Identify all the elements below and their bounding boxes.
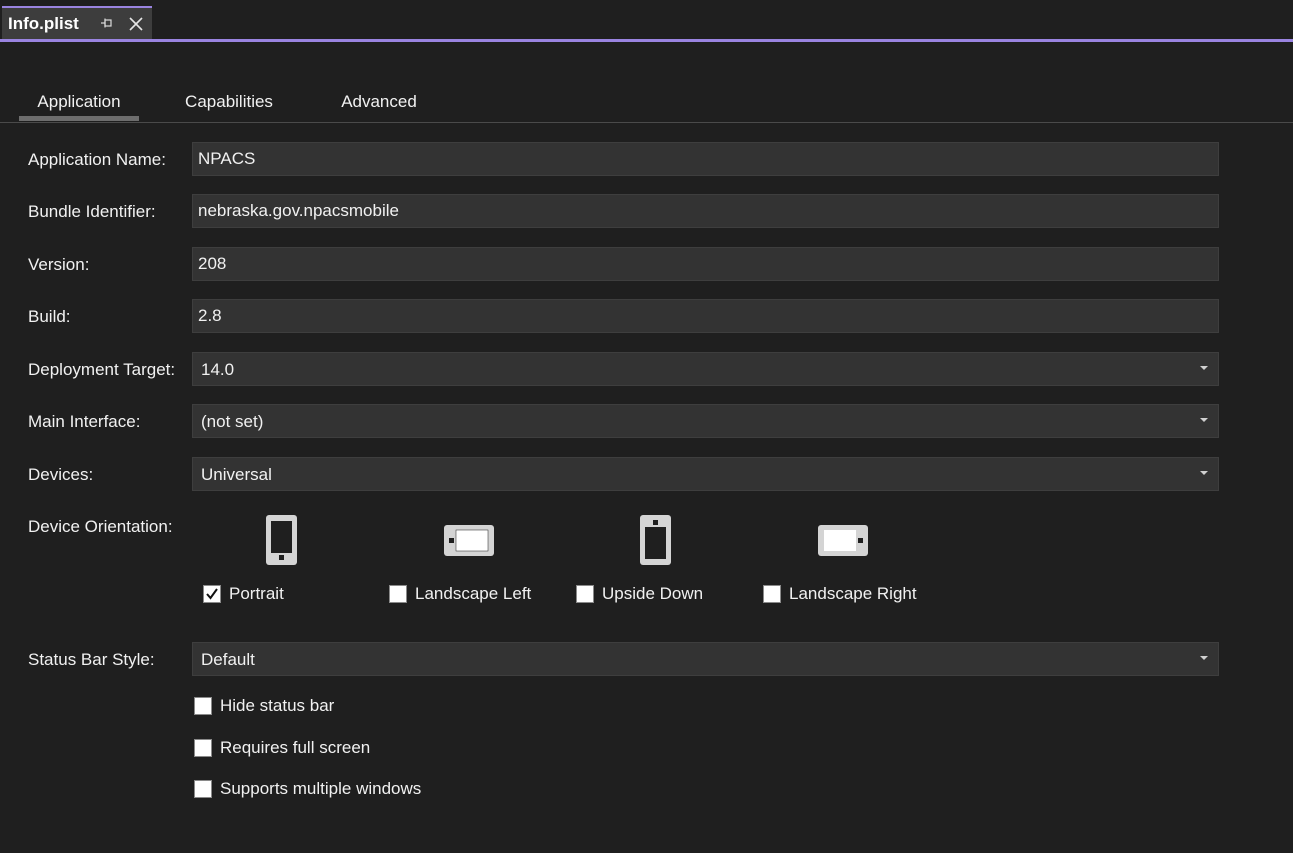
main-interface-dropdown[interactable]: (not set) <box>192 404 1219 438</box>
checkbox-unchecked[interactable] <box>194 739 212 757</box>
status-bar-style-value: Default <box>201 650 255 669</box>
portrait-checkbox[interactable]: Portrait <box>203 584 284 604</box>
deployment-target-label: Deployment Target: <box>28 360 176 379</box>
deployment-target-value: 14.0 <box>201 360 235 379</box>
close-icon[interactable] <box>126 14 146 34</box>
hide-status-bar-label: Hide status bar <box>220 696 335 715</box>
supports-multiple-windows-label: Supports multiple windows <box>220 779 422 798</box>
checkbox-unchecked[interactable] <box>576 585 594 603</box>
chevron-down-icon <box>1200 418 1208 422</box>
tab-capabilities[interactable]: Capabilities <box>170 92 288 112</box>
main-interface-label: Main Interface: <box>28 412 141 431</box>
checkbox-checked[interactable] <box>203 585 221 603</box>
selected-tab-indicator <box>19 116 139 121</box>
application-name-label: Application Name: <box>28 150 166 169</box>
version-label: Version: <box>28 255 90 274</box>
version-input[interactable] <box>192 247 1219 281</box>
pin-icon[interactable] <box>99 16 115 32</box>
landscape-right-checkbox[interactable]: Landscape Right <box>763 584 917 604</box>
build-label: Build: <box>28 307 71 326</box>
devices-dropdown[interactable]: Universal <box>192 457 1219 491</box>
landscape-left-checkbox[interactable]: Landscape Left <box>389 584 531 604</box>
tab-application[interactable]: Application <box>19 92 139 112</box>
document-tab-strip: Info.plist <box>0 0 1293 42</box>
checkbox-unchecked[interactable] <box>389 585 407 603</box>
document-tab-info-plist[interactable]: Info.plist <box>2 6 152 40</box>
devices-label: Devices: <box>28 465 94 484</box>
requires-full-screen-checkbox[interactable]: Requires full screen <box>194 738 370 758</box>
phone-upside-down-icon <box>640 515 671 570</box>
build-input[interactable] <box>192 299 1219 333</box>
checkmark-icon <box>206 588 218 600</box>
chevron-down-icon <box>1200 366 1208 370</box>
bundle-identifier-input[interactable] <box>192 194 1219 228</box>
device-orientation-label: Device Orientation: <box>28 517 173 536</box>
settings-tab-bar: Application Capabilities Advanced <box>0 86 1293 123</box>
phone-landscape-left-icon <box>444 525 494 561</box>
hide-status-bar-checkbox[interactable]: Hide status bar <box>194 696 334 716</box>
requires-full-screen-label: Requires full screen <box>220 738 371 757</box>
upside-down-label: Upside Down <box>602 584 704 603</box>
phone-portrait-icon <box>266 515 297 570</box>
portrait-label: Portrait <box>229 584 284 603</box>
checkbox-unchecked[interactable] <box>763 585 781 603</box>
main-interface-value: (not set) <box>201 412 264 431</box>
checkbox-unchecked[interactable] <box>194 780 212 798</box>
upside-down-checkbox[interactable]: Upside Down <box>576 584 703 604</box>
document-tab-title: Info.plist <box>8 14 79 33</box>
tab-advanced[interactable]: Advanced <box>320 92 438 112</box>
application-name-input[interactable] <box>192 142 1219 176</box>
landscape-left-label: Landscape Left <box>415 584 532 603</box>
status-bar-style-label: Status Bar Style: <box>28 650 155 669</box>
checkbox-unchecked[interactable] <box>194 697 212 715</box>
phone-landscape-right-icon <box>818 525 868 561</box>
landscape-right-label: Landscape Right <box>789 584 917 603</box>
devices-value: Universal <box>201 465 272 484</box>
chevron-down-icon <box>1200 471 1208 475</box>
deployment-target-dropdown[interactable]: 14.0 <box>192 352 1219 386</box>
document-tab-accent-line <box>0 39 1293 42</box>
supports-multiple-windows-checkbox[interactable]: Supports multiple windows <box>194 779 421 799</box>
status-bar-style-dropdown[interactable]: Default <box>192 642 1219 676</box>
bundle-identifier-label: Bundle Identifier: <box>28 202 156 221</box>
chevron-down-icon <box>1200 656 1208 660</box>
